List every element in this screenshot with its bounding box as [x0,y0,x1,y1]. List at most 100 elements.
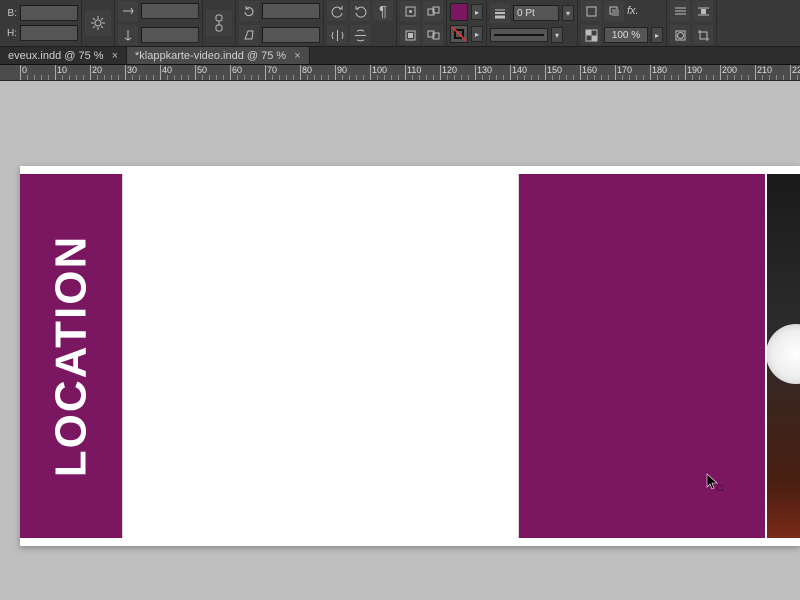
wrap-invert-icon[interactable] [670,25,690,45]
rotate-input[interactable] [262,3,320,19]
select-content-icon[interactable] [400,25,420,45]
scale-y-icon [118,25,138,45]
ruler-tick [20,65,21,81]
opacity-input[interactable] [604,27,648,43]
ruler-tick [685,65,686,81]
ruler-tick-label: 130 [477,65,492,75]
rotate-ccw-icon[interactable] [327,1,347,21]
wrap-none-icon[interactable] [670,1,690,21]
paragraph-icon[interactable]: ¶ [373,1,393,21]
appearance-icon[interactable] [85,10,111,36]
ruler-tick-label: 140 [512,65,527,75]
document-tab-label: eveux.indd @ 75 % [8,50,104,62]
ruler-tick [790,65,791,81]
fill-swatch[interactable] [450,3,468,21]
fx-label[interactable]: fx. [627,5,639,17]
height-input[interactable] [20,25,78,41]
ruler-tick-label: 170 [617,65,632,75]
flip-v-icon[interactable] [350,25,370,45]
ruler-tick-label: 210 [757,65,772,75]
ruler-tick [55,65,56,81]
flip-h-icon[interactable] [327,25,347,45]
ruler-tick-label: 200 [722,65,737,75]
stroke-style-dropdown-icon[interactable]: ▾ [551,27,563,43]
opacity-dropdown-icon[interactable]: ▸ [651,27,663,43]
horizontal-ruler[interactable]: 0102030405060708090100110120130140150160… [0,65,800,81]
control-bar: B: H: [0,0,800,47]
ruler-tick-label: 160 [582,65,597,75]
close-icon[interactable]: × [294,50,300,62]
page-bottom-margin [20,538,800,546]
fill-stroke-group: ▸ ▸ [447,0,487,46]
ruler-tick [405,65,406,81]
close-icon[interactable]: × [112,50,118,62]
ruler-tick [580,65,581,81]
document-tab[interactable]: *klappkarte-video.indd @ 75 % × [127,47,310,64]
page-top-margin [20,166,800,174]
ruler-tick-label: 20 [92,65,102,75]
scale-x-input[interactable] [141,3,199,19]
ruler-tick [615,65,616,81]
object-select-group [397,0,447,46]
height-label: H: [3,28,17,39]
ruler-tick-label: 90 [337,65,347,75]
link-icon[interactable] [206,10,232,36]
stroke-swatch[interactable] [450,25,468,43]
select-prev-icon[interactable] [423,1,443,21]
rotate-cw-icon[interactable] [350,1,370,21]
ruler-tick-label: 80 [302,65,312,75]
ruler-tick-label: 50 [197,65,207,75]
crop-icon[interactable] [693,25,713,45]
stroke-style-preview[interactable] [490,28,548,42]
rotate-flip-group: ¶ [324,0,397,46]
ruler-tick-label: 40 [162,65,172,75]
scale-x-icon [118,1,138,21]
wrap-around-icon[interactable] [693,1,713,21]
stroke-weight-icon [490,3,510,23]
drop-shadow-icon[interactable] [604,1,624,21]
text-wrap-group [667,0,717,46]
ruler-tick [650,65,651,81]
ruler-tick-label: 0 [22,65,27,75]
width-input[interactable] [20,5,78,21]
stroke-weight-dropdown-icon[interactable]: ▾ [562,5,574,21]
rotate-shear-group [236,0,324,46]
shear-icon [239,25,259,45]
ruler-tick [720,65,721,81]
select-container-icon[interactable] [400,1,420,21]
ruler-tick [300,65,301,81]
ruler-tick-label: 100 [372,65,387,75]
left-purple-panel[interactable]: LOCATION [20,174,122,538]
ruler-tick-label: 10 [57,65,67,75]
center-white-panel[interactable] [122,174,519,538]
ruler-tick-label: 150 [547,65,562,75]
select-next-icon[interactable] [423,25,443,45]
fill-dropdown-icon[interactable]: ▸ [471,4,483,20]
ruler-tick-label: 60 [232,65,242,75]
shear-input[interactable] [262,27,320,43]
stroke-weight-input[interactable] [513,5,559,21]
stroke-dropdown-icon[interactable]: ▸ [471,26,483,42]
corner-options-icon[interactable] [581,1,601,21]
ruler-tick [160,65,161,81]
size-fields-group: B: H: [0,0,82,46]
scale-fields-group [115,0,203,46]
canvas-area[interactable]: LOCATION □ [0,81,800,600]
constrain-group [203,0,236,46]
ruler-tick-label: 120 [442,65,457,75]
ruler-tick [370,65,371,81]
ruler-tick-label: 180 [652,65,667,75]
photo-sliver[interactable] [767,174,800,538]
ruler-tick [90,65,91,81]
ruler-tick [440,65,441,81]
ruler-tick [265,65,266,81]
ruler-tick [230,65,231,81]
scale-y-input[interactable] [141,27,199,43]
ruler-tick [125,65,126,81]
right-purple-panel[interactable] [519,174,765,538]
ruler-tick-label: 70 [267,65,277,75]
ruler-tick [335,65,336,81]
document-page[interactable]: LOCATION [20,166,800,546]
document-tab[interactable]: eveux.indd @ 75 % × [0,47,127,64]
document-tabs: eveux.indd @ 75 % × *klappkarte-video.in… [0,47,800,65]
